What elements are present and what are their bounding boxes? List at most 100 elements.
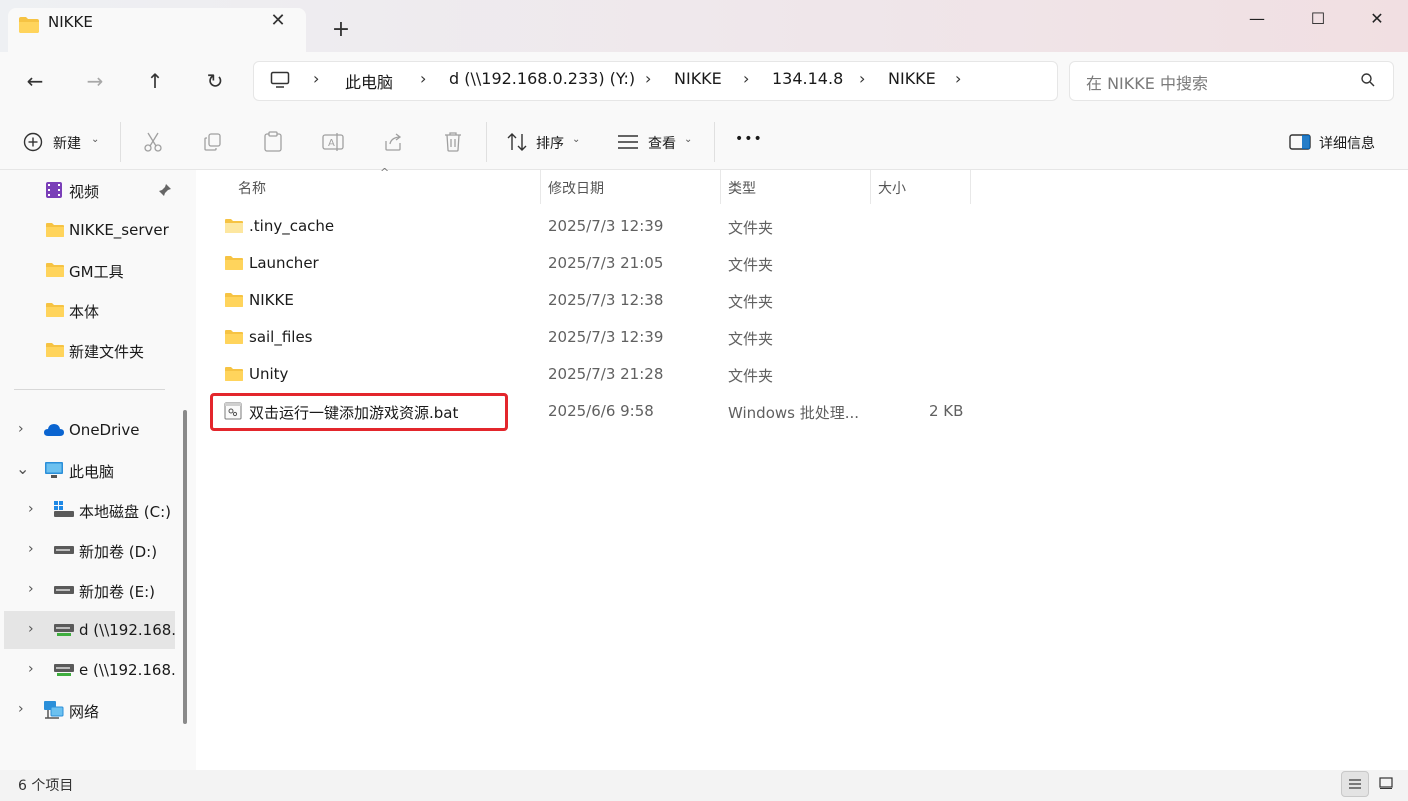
column-divider[interactable] — [970, 170, 971, 204]
table-row[interactable]: Unity 2025/7/3 21:28 文件夹 — [216, 358, 976, 392]
breadcrumb-separator: › — [743, 69, 750, 88]
sidebar-item-drive-c[interactable]: 本地磁盘 (C:) — [79, 501, 171, 522]
column-header-type[interactable]: 类型 — [728, 178, 756, 198]
table-row[interactable]: .tiny_cache 2025/7/3 12:39 文件夹 — [216, 210, 976, 244]
drive-icon — [54, 586, 74, 594]
breadcrumb-dropdown[interactable]: › — [955, 69, 961, 88]
breadcrumb-nikke-current[interactable]: NIKKE — [888, 69, 936, 88]
sidebar-item-onedrive[interactable]: OneDrive — [69, 421, 140, 439]
file-date: 2025/7/3 12:39 — [548, 217, 664, 235]
sidebar-item-main-body[interactable]: 本体 — [69, 301, 99, 322]
svg-text:A: A — [328, 138, 335, 149]
breadcrumb-version[interactable]: 134.14.8 — [772, 69, 843, 88]
breadcrumb-separator: › — [420, 69, 427, 88]
pin-icon — [159, 184, 171, 196]
folder-icon — [225, 256, 243, 270]
cut-icon[interactable] — [143, 131, 163, 153]
view-button[interactable]: 查看 — [648, 133, 676, 153]
expand-drive-y-toggle[interactable]: › — [28, 621, 34, 637]
column-divider[interactable] — [540, 170, 541, 204]
breadcrumb-this-pc[interactable]: 此电脑 — [345, 69, 393, 93]
sidebar-item-gm-tools[interactable]: GM工具 — [69, 261, 124, 282]
file-type: 文件夹 — [728, 219, 774, 237]
tab-close-button[interactable]: ✕ — [266, 10, 290, 34]
toolbar-divider — [714, 122, 715, 162]
large-icons-view-icon — [1379, 777, 1393, 789]
network-drive-icon — [54, 664, 74, 676]
forward-button[interactable]: → — [77, 66, 113, 98]
column-header-name[interactable]: 名称 — [238, 178, 266, 198]
sidebar-item-drive-e[interactable]: 新加卷 (E:) — [79, 581, 155, 602]
more-options-button[interactable]: ••• — [735, 131, 763, 147]
file-name: Unity — [249, 365, 289, 383]
sidebar-item-drive-y[interactable]: d (\\192.168.0.233) (Y:) — [79, 621, 175, 639]
file-type: 文件夹 — [728, 293, 774, 311]
toolbar-divider — [120, 122, 121, 162]
sidebar-item-new-folder[interactable]: 新建文件夹 — [69, 341, 144, 362]
folder-icon — [46, 303, 64, 317]
expand-drive-c-toggle[interactable]: › — [28, 501, 34, 517]
table-row[interactable]: sail_files 2025/7/3 12:39 文件夹 — [216, 321, 976, 355]
file-type: 文件夹 — [728, 256, 774, 274]
sidebar-item-drive-z[interactable]: e (\\192.168.0.233) (Z:) — [79, 661, 175, 679]
file-type: Windows 批处理... — [728, 404, 860, 422]
file-type: 文件夹 — [728, 367, 774, 385]
sidebar-item-network[interactable]: 网络 — [69, 701, 99, 722]
file-name: sail_files — [249, 328, 313, 346]
up-button[interactable]: ↑ — [137, 66, 173, 98]
folder-icon — [225, 219, 243, 233]
expand-drive-z-toggle[interactable]: › — [28, 661, 34, 677]
minimize-button[interactable]: — — [1226, 0, 1288, 40]
status-bar — [0, 770, 1408, 801]
table-row[interactable]: NIKKE 2025/7/3 12:38 文件夹 — [216, 284, 976, 318]
file-name: NIKKE — [249, 291, 294, 309]
table-row[interactable]: Launcher 2025/7/3 21:05 文件夹 — [216, 247, 976, 281]
expand-drive-e-toggle[interactable]: › — [28, 581, 34, 597]
breadcrumb-nikke[interactable]: NIKKE — [674, 69, 722, 88]
sidebar-divider — [14, 389, 165, 390]
column-header-date[interactable]: 修改日期 — [548, 178, 604, 198]
new-tab-button[interactable]: + — [328, 18, 354, 44]
folder-icon — [46, 343, 64, 357]
chevron-down-icon: ⌄ — [572, 134, 581, 145]
expand-onedrive-toggle[interactable]: › — [18, 421, 24, 437]
folder-icon — [225, 293, 243, 307]
column-header-size[interactable]: 大小 — [878, 178, 906, 198]
item-count: 6 个项目 — [18, 778, 74, 794]
collapse-this-pc-toggle[interactable]: ⌄ — [16, 459, 29, 478]
sidebar-item-videos[interactable]: 视频 — [69, 181, 99, 202]
details-view-button[interactable] — [1341, 771, 1369, 797]
network-icon — [44, 701, 64, 719]
tiles-view-button[interactable] — [1372, 771, 1400, 797]
maximize-button[interactable]: ☐ — [1287, 0, 1349, 40]
new-plus-icon — [23, 132, 43, 152]
copy-icon[interactable] — [203, 132, 223, 152]
close-window-button[interactable]: ✕ — [1346, 0, 1408, 40]
folder-icon — [225, 367, 243, 381]
sidebar-item-this-pc[interactable]: 此电脑 — [69, 461, 114, 482]
search-icon — [1361, 73, 1375, 87]
breadcrumb-separator: › — [645, 69, 652, 88]
share-icon[interactable] — [383, 132, 403, 152]
breadcrumb-drive-y[interactable]: d (\\192.168.0.233) (Y:) — [449, 69, 635, 88]
new-button[interactable]: 新建 — [53, 133, 81, 153]
expand-drive-d-toggle[interactable]: › — [28, 541, 34, 557]
rename-icon[interactable]: A — [322, 132, 344, 152]
paste-icon[interactable] — [263, 131, 283, 153]
back-button[interactable]: ← — [17, 66, 53, 98]
delete-icon[interactable] — [443, 131, 463, 153]
refresh-button[interactable]: ↻ — [197, 66, 233, 98]
sidebar-item-nikke-server[interactable]: NIKKE_server — [69, 221, 169, 239]
annotation-highlight-box — [210, 393, 508, 431]
file-name: Launcher — [249, 254, 319, 272]
column-divider[interactable] — [720, 170, 721, 204]
video-folder-icon — [46, 182, 62, 198]
sidebar-scroll-thumb[interactable] — [183, 410, 187, 724]
search-input[interactable]: 在 NIKKE 中搜索 — [1086, 70, 1208, 94]
chevron-down-icon: ⌄ — [91, 134, 100, 145]
expand-network-toggle[interactable]: › — [18, 701, 24, 717]
sidebar-item-drive-d[interactable]: 新加卷 (D:) — [79, 541, 157, 562]
details-button[interactable]: 详细信息 — [1319, 133, 1375, 153]
sort-button[interactable]: 排序 — [536, 133, 564, 153]
column-divider[interactable] — [870, 170, 871, 204]
